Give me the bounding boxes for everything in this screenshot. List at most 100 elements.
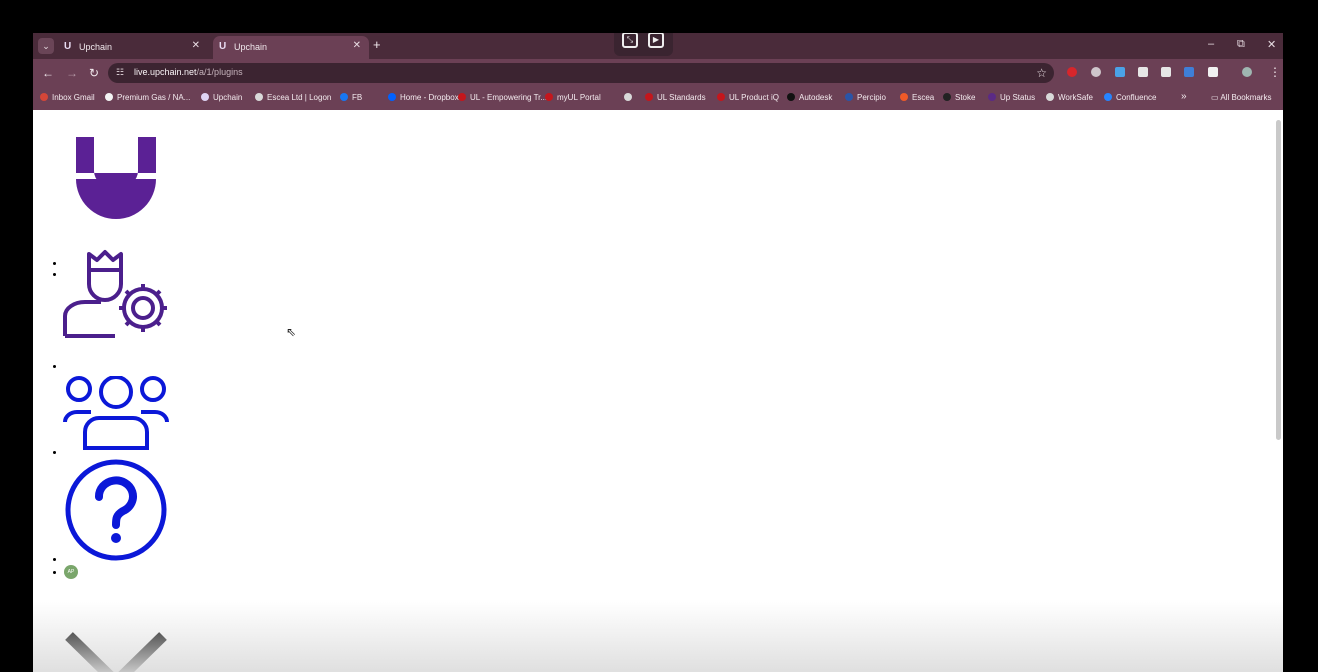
- url-host: live.upchain.net: [134, 67, 197, 77]
- tab-title: Upchain: [79, 42, 113, 52]
- bookmark-label: FB: [352, 93, 363, 102]
- new-tab-button[interactable]: +: [373, 37, 381, 52]
- window-close-icon[interactable]: ✕: [1267, 38, 1276, 51]
- bookmark-label: Autodesk: [799, 93, 833, 102]
- url-text[interactable]: live.upchain.net/a/1/plugins: [134, 67, 243, 77]
- bookmark-label: Confluence: [1116, 93, 1157, 102]
- bookmark-item[interactable]: Home - Dropbox: [388, 93, 459, 102]
- bookmark-item[interactable]: Upchain: [201, 93, 242, 102]
- bookmarks-bar: » ▭ All Bookmarks Inbox Gmail Premium Gas…: [33, 87, 1283, 110]
- bookmark-label: WorkSafe: [1058, 93, 1093, 102]
- bookmark-item[interactable]: UL - Empowering Tr...: [458, 93, 547, 102]
- minimize-icon[interactable]: –: [1208, 38, 1214, 50]
- more-bookmarks-button[interactable]: »: [1181, 91, 1187, 102]
- exit-pip-icon[interactable]: ⤡: [622, 33, 638, 48]
- page-content: AP ⇖: [33, 110, 1283, 672]
- all-bookmarks-button[interactable]: ▭ All Bookmarks: [1211, 93, 1271, 102]
- tab-title: Upchain: [234, 42, 268, 52]
- video-effects-icon[interactable]: ▶: [648, 33, 664, 48]
- all-bookmarks-label: All Bookmarks: [1220, 93, 1272, 102]
- upchain-favicon-icon: U: [64, 41, 72, 52]
- list-bullet: [53, 451, 56, 454]
- address-bar[interactable]: ☷ live.upchain.net/a/1/plugins ☆: [108, 63, 1054, 83]
- dropbox-icon: [388, 93, 396, 101]
- bookmark-item[interactable]: myUL Portal: [545, 93, 601, 102]
- ul-icon: [458, 93, 466, 101]
- percipio-icon: [845, 93, 853, 101]
- stoke-icon: [943, 93, 951, 101]
- bookmark-label: Inbox Gmail: [52, 93, 95, 102]
- bookmark-item[interactable]: FB: [340, 93, 362, 102]
- extensions-puzzle-icon[interactable]: [1208, 67, 1218, 77]
- bookmark-label: Stoke: [955, 93, 976, 102]
- admin-settings-icon[interactable]: [63, 248, 171, 338]
- bookmark-item[interactable]: Confluence: [1104, 93, 1156, 102]
- reload-icon[interactable]: ↻: [89, 66, 99, 80]
- profile-icon[interactable]: [1242, 67, 1252, 77]
- browser-window: ⌄ U Upchain ✕ U Upchain ✕ + ⤡ ▶ – ⧉ ✕ ← …: [33, 33, 1283, 672]
- picture-in-picture-controls: ⤡ ▶: [614, 33, 673, 56]
- extension-window-icon[interactable]: [1161, 67, 1171, 77]
- globe-icon: [624, 93, 632, 101]
- more-menu-icon[interactable]: ⋮: [1269, 65, 1281, 79]
- bookmark-label: UL Product iQ: [729, 93, 779, 102]
- close-tab-icon[interactable]: ✕: [353, 40, 361, 51]
- bookmark-item[interactable]: Stoke: [943, 93, 975, 102]
- bookmark-label: Escea Ltd | Logon: [267, 93, 332, 102]
- back-icon[interactable]: ←: [42, 66, 54, 80]
- bookmark-label: Percipio: [857, 93, 886, 102]
- extension-grid-icon[interactable]: [1138, 67, 1148, 77]
- url-path: /a/1/plugins: [196, 67, 243, 77]
- bookmark-label: UL Standards: [657, 93, 706, 102]
- list-bullet: [53, 571, 56, 574]
- tab-upchain-2[interactable]: U Upchain ✕: [213, 36, 369, 59]
- bookmark-item[interactable]: Inbox Gmail: [40, 93, 95, 102]
- mouse-cursor-icon: ⇖: [286, 325, 297, 339]
- bookmark-label: Premium Gas / NA...: [117, 93, 191, 102]
- bookmark-item[interactable]: Percipio: [845, 93, 886, 102]
- extension-shield-icon[interactable]: [1091, 67, 1101, 77]
- upchain-logo[interactable]: [74, 137, 158, 219]
- bookmark-label: UL - Empowering Tr...: [470, 93, 548, 102]
- restore-icon[interactable]: ⧉: [1237, 38, 1245, 51]
- extension-red-icon[interactable]: [1067, 67, 1077, 77]
- browser-toolbar: ← → ↻ ☷ live.upchain.net/a/1/plugins ☆ ⋮: [33, 59, 1283, 87]
- close-tab-icon[interactable]: ✕: [192, 40, 200, 51]
- extension-blue-icon[interactable]: [1115, 67, 1125, 77]
- bookmark-item[interactable]: Escea Ltd | Logon: [255, 93, 331, 102]
- page-scrollbar[interactable]: [1276, 120, 1281, 440]
- ul-icon: [545, 93, 553, 101]
- avatar[interactable]: AP: [64, 565, 78, 579]
- upchain-favicon-icon: U: [219, 41, 227, 52]
- bookmark-item[interactable]: [624, 93, 636, 102]
- list-bullet: [53, 365, 56, 368]
- bookmark-label: Upchain: [213, 93, 243, 102]
- ul-icon: [645, 93, 653, 101]
- bookmark-label: Escea: [912, 93, 935, 102]
- tab-search-button[interactable]: ⌄: [38, 38, 54, 54]
- logo-bowl-shape: [76, 179, 156, 219]
- site-info-icon[interactable]: ☷: [116, 67, 124, 78]
- bookmark-star-icon[interactable]: ☆: [1036, 66, 1047, 80]
- list-bullet: [53, 558, 56, 561]
- bookmark-item[interactable]: UL Product iQ: [717, 93, 779, 102]
- bookmark-item[interactable]: Premium Gas / NA...: [105, 93, 190, 102]
- autodesk-icon: [787, 93, 795, 101]
- tab-upchain-1[interactable]: U Upchain ✕: [58, 36, 208, 59]
- bookmark-item[interactable]: UL Standards: [645, 93, 706, 102]
- bookmark-label: Up Status: [1000, 93, 1036, 102]
- list-bullet: [53, 262, 56, 265]
- help-icon[interactable]: [65, 459, 167, 561]
- bookmark-item[interactable]: Escea: [900, 93, 934, 102]
- globe-icon: [255, 93, 263, 101]
- forward-icon[interactable]: →: [66, 66, 78, 80]
- bookmark-label: myUL Portal: [557, 93, 601, 102]
- bookmark-item[interactable]: WorkSafe: [1046, 93, 1093, 102]
- tab-strip: ⌄ U Upchain ✕ U Upchain ✕ + ⤡ ▶ – ⧉ ✕: [33, 33, 1283, 59]
- users-icon[interactable]: [63, 376, 169, 450]
- extension-chart-icon[interactable]: [1184, 67, 1194, 77]
- upchain-icon: [201, 93, 209, 101]
- list-bullet: [53, 273, 56, 276]
- bookmark-item[interactable]: Up Status: [988, 93, 1035, 102]
- bookmark-item[interactable]: Autodesk: [787, 93, 832, 102]
